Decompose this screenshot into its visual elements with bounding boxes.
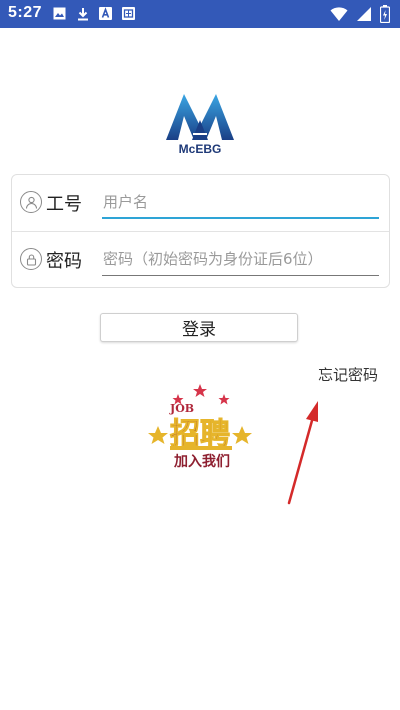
lock-icon [20, 248, 42, 270]
username-underline [102, 217, 379, 219]
status-bar: 5:27 [0, 0, 400, 28]
annotation-arrow-icon [287, 401, 318, 505]
download-icon [75, 6, 90, 21]
username-row: 工号 [12, 175, 389, 231]
user-icon [20, 191, 42, 213]
battery-icon [379, 5, 391, 27]
password-underline [102, 275, 379, 276]
password-label: 密码 [46, 251, 82, 272]
signal-icon [356, 6, 372, 26]
username-label: 工号 [46, 194, 82, 215]
password-input[interactable] [102, 242, 379, 276]
login-form: 工号 密码 [11, 174, 390, 288]
logo-mark-icon [166, 94, 234, 140]
forgot-password-link[interactable]: 忘记密码 [318, 364, 378, 385]
notification-icons [52, 6, 136, 21]
password-field-wrap [102, 242, 379, 276]
promo-top-text: JOB [169, 402, 194, 415]
status-time: 5:27 [8, 4, 43, 21]
username-input[interactable] [102, 185, 379, 219]
image-icon [52, 6, 67, 21]
sim-icon [121, 6, 136, 21]
username-field-wrap [102, 185, 379, 219]
system-icons [330, 5, 391, 27]
login-button[interactable]: 登录 [100, 313, 298, 342]
wifi-icon [330, 6, 348, 26]
promo-sub-text: 加入我们 [173, 453, 230, 470]
password-row: 密码 [12, 231, 389, 288]
logo-text: McEBG [178, 142, 222, 156]
recruitment-banner[interactable]: JOB 招聘 加入我们 [148, 382, 252, 472]
text-icon [98, 6, 113, 21]
app-logo: McEBG [162, 90, 238, 160]
